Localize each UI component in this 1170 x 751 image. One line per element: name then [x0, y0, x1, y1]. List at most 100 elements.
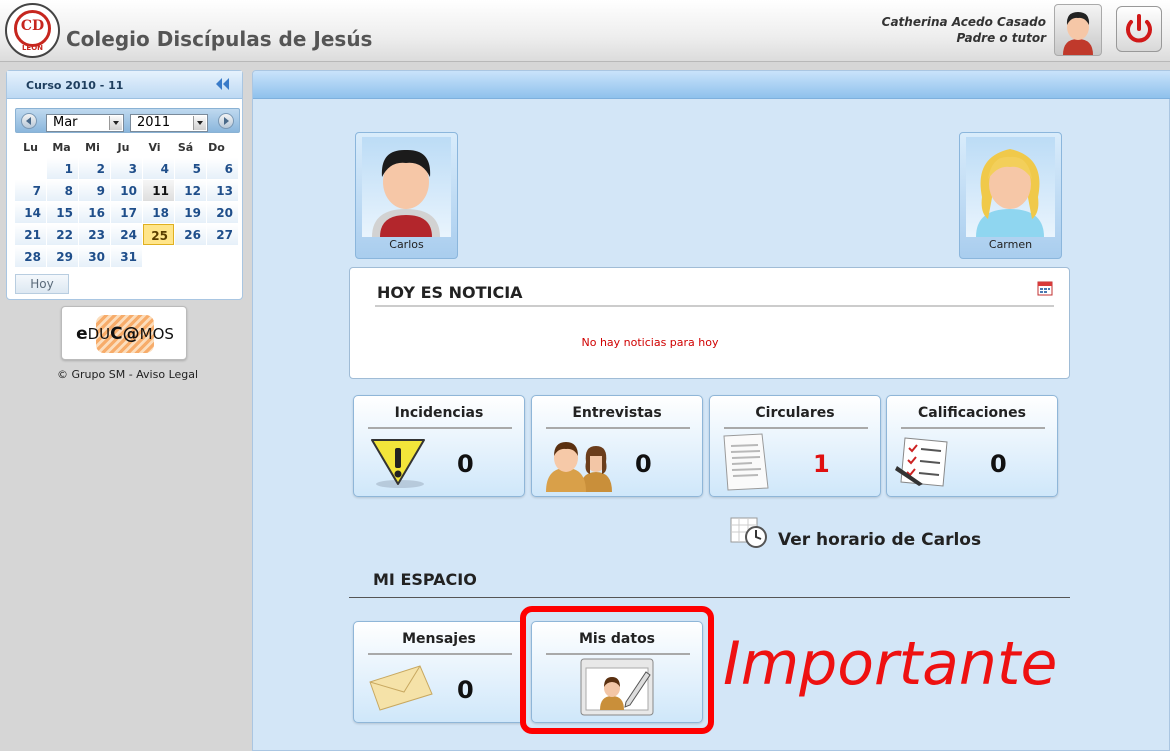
girl-avatar-icon: [976, 149, 1044, 237]
calendar-day[interactable]: 22: [47, 224, 78, 245]
chevron-down-icon: [193, 116, 206, 130]
calendar-day[interactable]: 17: [111, 202, 142, 223]
calendar-day[interactable]: 21: [15, 224, 46, 245]
copyright[interactable]: © Grupo SM - Aviso Legal: [57, 368, 198, 381]
boy-avatar-icon: [372, 149, 440, 237]
calendar-day[interactable]: 16: [79, 202, 110, 223]
card-title: Circulares: [755, 405, 835, 421]
calificaciones-card[interactable]: Calificaciones 0: [886, 395, 1058, 497]
month-value: Mar: [53, 115, 78, 130]
card-count: 0: [457, 450, 474, 478]
student-photo: [362, 137, 451, 237]
calendar-day[interactable]: 7: [15, 180, 46, 201]
highlight-box: [520, 606, 714, 734]
entrevistas-card[interactable]: Entrevistas 0: [531, 395, 703, 497]
educamos-logo[interactable]: eDUC@MOS: [61, 306, 187, 360]
chevron-down-icon: [109, 116, 122, 130]
calendar-day[interactable]: 10: [111, 180, 142, 201]
card-count: 0: [457, 676, 474, 704]
calendar-day[interactable]: 23: [79, 224, 110, 245]
incidencias-card[interactable]: Incidencias 0: [353, 395, 525, 497]
today-button[interactable]: Hoy: [15, 274, 69, 294]
main-header-bar: [253, 71, 1170, 99]
arrow-right-icon: [224, 117, 229, 125]
card-title: Mensajes: [402, 631, 476, 647]
weekday-label: Vi: [148, 141, 161, 154]
educamos-mos: MOS: [139, 325, 174, 343]
calendar-day[interactable]: 27: [207, 224, 238, 245]
card-divider: [724, 427, 868, 429]
calendar-day[interactable]: 28: [15, 246, 46, 267]
calendar-day[interactable]: 31: [111, 246, 142, 267]
card-title: Calificaciones: [918, 405, 1026, 421]
calendar-day[interactable]: 29: [47, 246, 78, 267]
calendar-weekdays: Lu Ma Mi Ju Vi Sá Do: [15, 141, 240, 154]
weekday-label: Ju: [117, 141, 130, 154]
circulares-card[interactable]: Circulares 1: [709, 395, 881, 497]
my-space-divider: [349, 597, 1070, 598]
calendar-day[interactable]: 2: [79, 158, 110, 179]
importante-annotation: Importante: [723, 629, 1058, 699]
calendar-day[interactable]: 15: [47, 202, 78, 223]
user-avatar[interactable]: [1054, 4, 1102, 56]
schedule-link[interactable]: Ver horario de Carlos: [778, 530, 981, 550]
next-month-button[interactable]: [218, 113, 234, 129]
calendar-nav-bar: Mar 2011: [15, 108, 240, 133]
envelope-icon: [369, 665, 433, 711]
calendar-day[interactable]: 6: [207, 158, 238, 179]
calendar-day[interactable]: 18: [143, 202, 174, 223]
calendar-icon[interactable]: [1037, 280, 1053, 296]
calendar-day[interactable]: 19: [175, 202, 206, 223]
year-value: 2011: [137, 115, 171, 130]
warning-icon: [371, 439, 425, 488]
logout-button[interactable]: [1116, 6, 1162, 52]
schedule-clock-icon[interactable]: [729, 516, 769, 548]
card-count: 0: [990, 450, 1007, 478]
calendar-day[interactable]: 13: [207, 180, 238, 201]
prev-month-button[interactable]: [21, 113, 37, 129]
educamos-at: @: [122, 324, 140, 344]
news-empty-message: No hay noticias para hoy: [581, 336, 719, 349]
calendar-day[interactable]: 9: [79, 180, 110, 201]
calendar-day[interactable]: 4: [143, 158, 174, 179]
people-icon: [546, 442, 612, 492]
calendar-day[interactable]: 14: [15, 202, 46, 223]
app-header: CD LEON Colegio Discípulas de Jesús Cath…: [0, 0, 1170, 62]
student-photo: [966, 137, 1055, 237]
card-title: Entrevistas: [572, 405, 662, 421]
calendar-day[interactable]: 24: [111, 224, 142, 245]
checklist-icon: [895, 437, 948, 487]
calendar-day[interactable]: 3: [111, 158, 142, 179]
card-divider: [901, 427, 1045, 429]
main-panel: Carlos Carmen HOY ES NOTICIA No hay noti…: [252, 70, 1170, 751]
calendar-day[interactable]: 20: [207, 202, 238, 223]
news-divider: [375, 305, 1054, 307]
calendar-day[interactable]: 5: [175, 158, 206, 179]
month-select[interactable]: Mar: [46, 114, 124, 132]
user-name: Catherina Acedo Casado: [881, 15, 1046, 29]
news-title: HOY ES NOTICIA: [377, 283, 523, 302]
logo-monogram: CD: [20, 18, 45, 34]
calendar-day[interactable]: 30: [79, 246, 110, 267]
mensajes-card[interactable]: Mensajes 0: [353, 621, 525, 723]
school-logo[interactable]: CD LEON: [5, 3, 60, 58]
educamos-du: DU: [87, 325, 111, 343]
card-count: 1: [813, 450, 830, 478]
collapse-double-left-icon[interactable]: [212, 74, 232, 94]
calendar-day[interactable]: 8: [47, 180, 78, 201]
calendar-day[interactable]: 1: [47, 158, 78, 179]
educamos-wordmark: eDUC@MOS: [62, 324, 188, 344]
card-divider: [368, 427, 512, 429]
card-divider: [546, 427, 690, 429]
year-select[interactable]: 2011: [130, 114, 208, 132]
weekday-label: Lu: [23, 141, 38, 154]
student-card-carlos[interactable]: Carlos: [355, 132, 458, 259]
arrow-left-icon: [26, 117, 31, 125]
calendar-day[interactable]: 26: [175, 224, 206, 245]
calendar-day[interactable]: 12: [175, 180, 206, 201]
calendar-day[interactable]: 25: [143, 224, 174, 245]
card-divider: [368, 653, 512, 655]
my-space-title: MI ESPACIO: [373, 570, 477, 589]
calendar-day[interactable]: 11: [143, 180, 174, 201]
student-card-carmen[interactable]: Carmen: [959, 132, 1062, 259]
